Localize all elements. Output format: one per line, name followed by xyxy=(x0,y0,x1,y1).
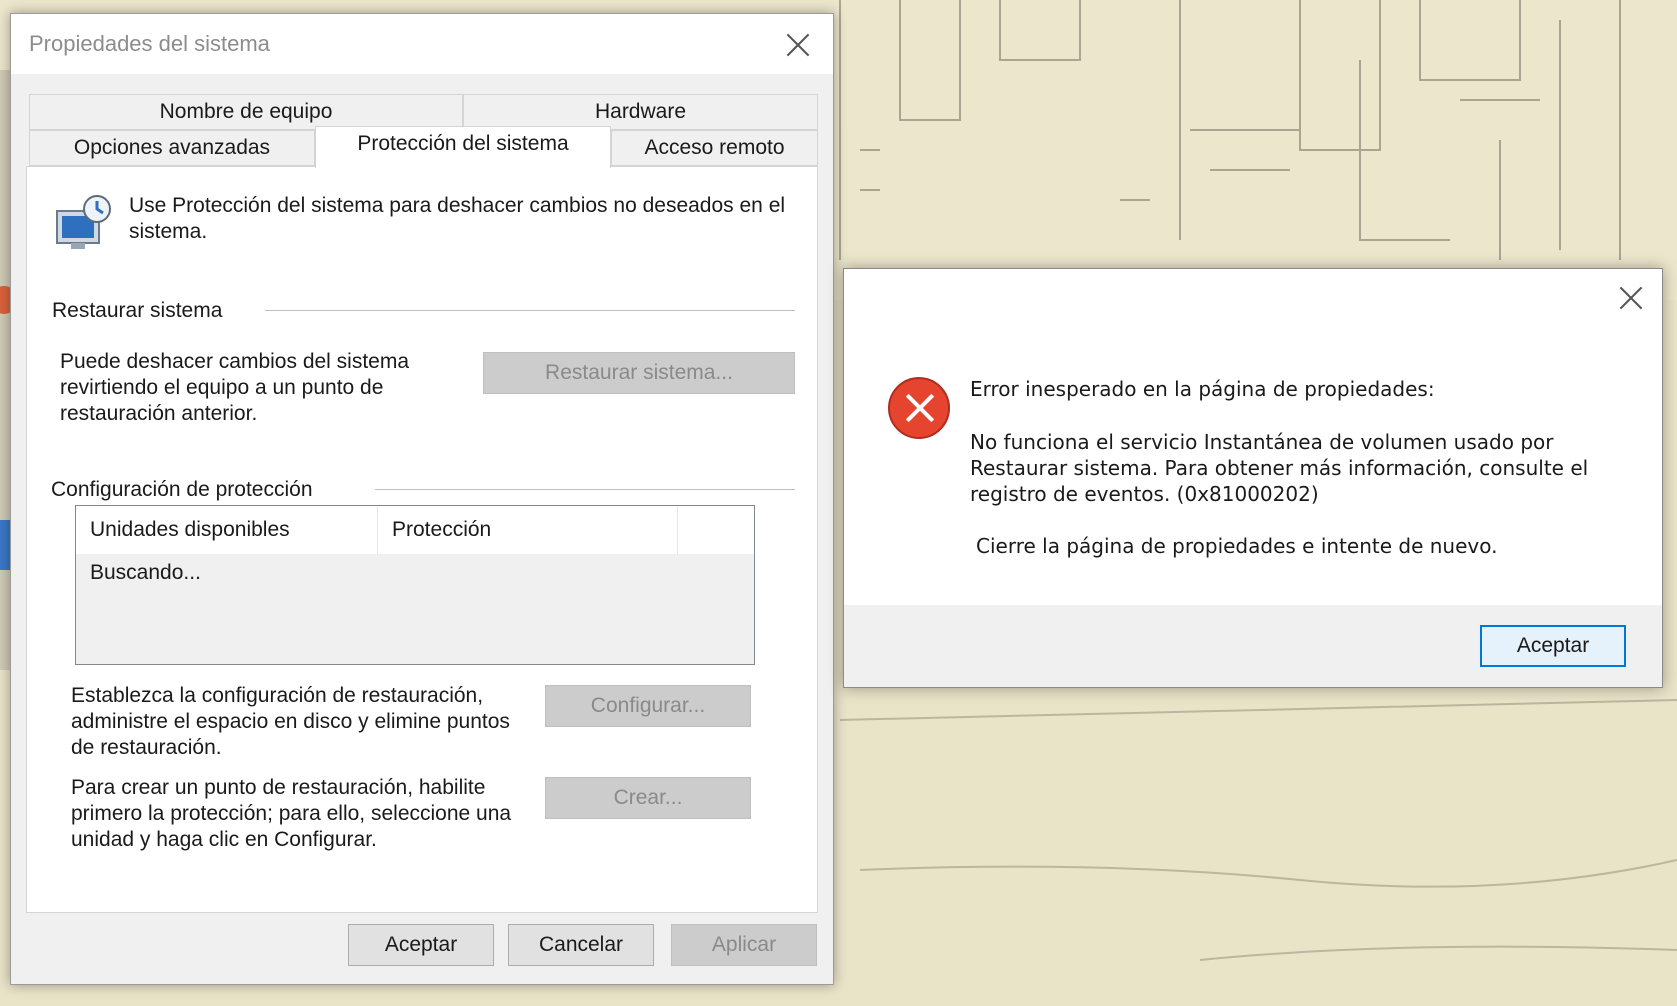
restore-system-button[interactable]: Restaurar sistema... xyxy=(483,352,795,394)
tab-label: Opciones avanzadas xyxy=(73,136,271,159)
error-message: No funciona el servicio Instantánea de v… xyxy=(970,430,1589,506)
system-protection-panel: Use Protección del sistema para deshacer… xyxy=(26,166,818,913)
group-divider xyxy=(375,489,795,490)
window-title: Propiedades del sistema xyxy=(29,31,270,56)
create-button[interactable]: Crear... xyxy=(545,777,751,819)
tab-hardware[interactable]: Hardware xyxy=(463,94,818,130)
tab-acceso-remoto[interactable]: Acceso remoto xyxy=(611,130,818,166)
restore-group-label: Restaurar sistema xyxy=(52,299,223,322)
create-description: Para crear un punto de restauración, hab… xyxy=(71,776,512,851)
ok-button[interactable]: Aceptar xyxy=(348,924,494,966)
system-protection-icon xyxy=(56,195,111,249)
system-properties-window: Propiedades del sistema Nombre de equipo… xyxy=(10,13,834,985)
error-ok-button[interactable]: Aceptar xyxy=(1480,625,1626,667)
tab-opciones-avanzadas[interactable]: Opciones avanzadas xyxy=(29,130,315,166)
column-header-proteccion[interactable]: Protección xyxy=(378,506,678,554)
restore-description: Puede deshacer cambios del sistema revir… xyxy=(60,350,410,425)
title-bar: Propiedades del sistema xyxy=(11,14,833,74)
apply-button[interactable]: Aplicar xyxy=(671,924,817,966)
close-icon[interactable] xyxy=(781,28,815,62)
drives-list[interactable]: Unidades disponibles Protección Buscando… xyxy=(75,505,755,665)
error-icon xyxy=(888,377,950,439)
configure-description: Establezca la configuración de restaurac… xyxy=(71,684,510,759)
error-instruction: Cierre la página de propiedades e intent… xyxy=(976,534,1498,558)
tab-label: Protección del sistema xyxy=(357,132,569,155)
list-status-text: Buscando... xyxy=(90,561,201,584)
list-header: Unidades disponibles Protección xyxy=(76,506,754,554)
tab-label: Hardware xyxy=(594,100,687,123)
tab-proteccion-del-sistema[interactable]: Protección del sistema xyxy=(315,126,611,168)
protection-group-label: Configuración de protección xyxy=(51,478,313,501)
cancel-button[interactable]: Cancelar xyxy=(508,924,654,966)
intro-text: Use Protección del sistema para deshacer… xyxy=(129,194,786,243)
column-header-unidades[interactable]: Unidades disponibles xyxy=(76,506,378,554)
tab-label: Acceso remoto xyxy=(644,136,785,159)
error-heading: Error inesperado en la página de propied… xyxy=(970,377,1435,401)
configure-button[interactable]: Configurar... xyxy=(545,685,751,727)
column-header-empty xyxy=(678,506,754,554)
tab-nombre-de-equipo[interactable]: Nombre de equipo xyxy=(29,94,463,130)
error-dialog: Error inesperado en la página de propied… xyxy=(843,268,1663,688)
close-icon[interactable] xyxy=(1614,281,1648,315)
dialog-footer: Aceptar xyxy=(844,605,1662,687)
tab-label: Nombre de equipo xyxy=(159,100,333,123)
group-divider xyxy=(265,310,795,311)
